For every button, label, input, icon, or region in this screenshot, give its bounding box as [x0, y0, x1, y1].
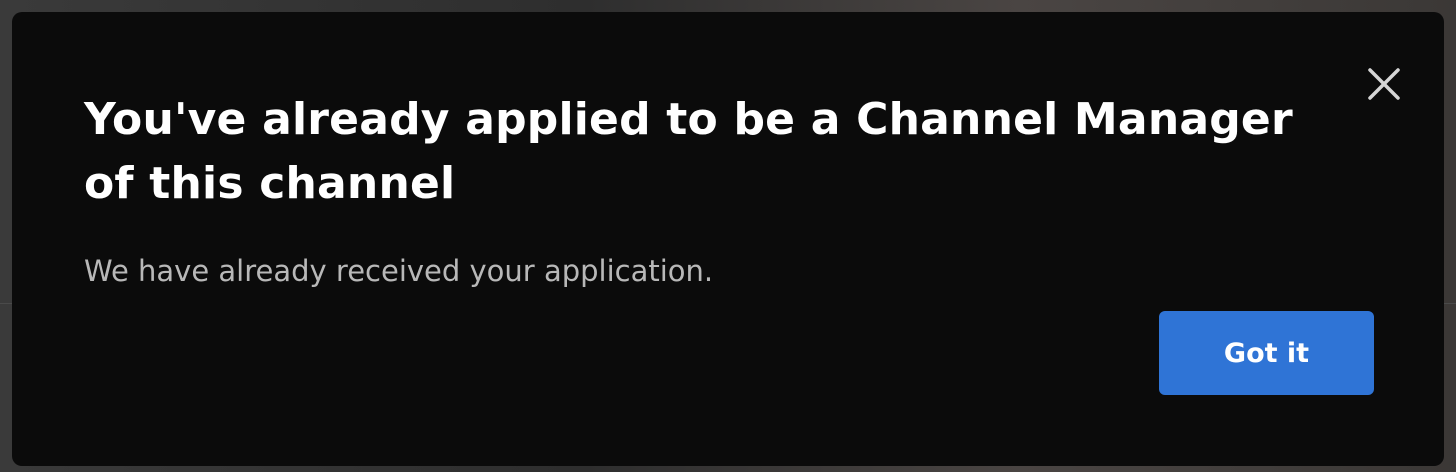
close-button[interactable] [1364, 64, 1404, 104]
already-applied-dialog: You've already applied to be a Channel M… [12, 12, 1444, 466]
close-icon [1364, 64, 1404, 104]
got-it-button[interactable]: Got it [1159, 311, 1374, 395]
dialog-message: We have already received your applicatio… [84, 254, 714, 288]
dialog-title: You've already applied to be a Channel M… [84, 94, 1293, 209]
